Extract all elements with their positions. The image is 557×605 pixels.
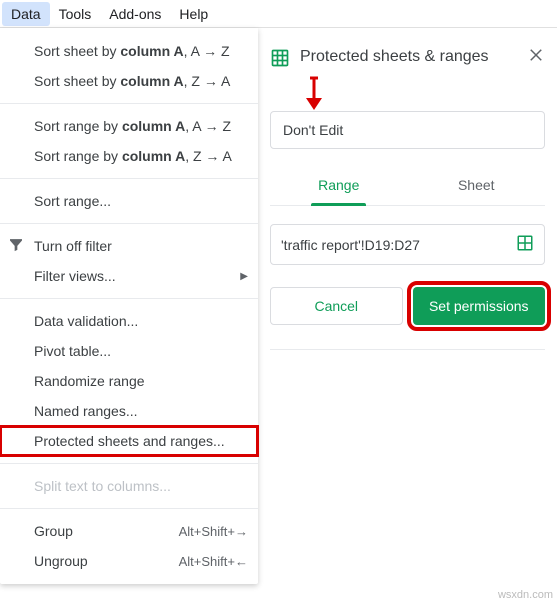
shortcut-label: Alt+Shift+← (179, 554, 248, 569)
range-input[interactable] (281, 237, 516, 253)
text: Sort range by (34, 118, 122, 134)
cancel-button[interactable]: Cancel (270, 287, 403, 325)
divider (0, 103, 258, 104)
menu-tools[interactable]: Tools (50, 2, 101, 26)
range-input-row (270, 224, 545, 265)
annotation-arrow-icon (303, 76, 325, 113)
panel-title: Protected sheets & ranges (300, 48, 515, 66)
menu-sort-range-za[interactable]: Sort range by column A, Z → A (0, 141, 258, 171)
label: Turn off filter (34, 238, 112, 254)
menu-sort-sheet-za[interactable]: Sort sheet by column A, Z → A (0, 66, 258, 96)
menu-sort-range[interactable]: Sort range... (0, 186, 258, 216)
divider (0, 298, 258, 299)
text: , A → Z (185, 118, 231, 134)
watermark: wsxdn.com (498, 589, 553, 601)
text: Sort sheet by (34, 73, 120, 89)
shortcut-label: Alt+Shift+→ (179, 524, 248, 539)
menu-named-ranges[interactable]: Named ranges... (0, 396, 258, 426)
divider (0, 178, 258, 179)
set-permissions-button[interactable]: Set permissions (413, 287, 546, 325)
text: , Z → A (184, 73, 231, 89)
text: , A → Z (184, 43, 230, 59)
tab-range[interactable]: Range (270, 167, 408, 205)
chevron-right-icon: ▶ (240, 271, 248, 282)
sheets-grid-icon (270, 48, 288, 66)
divider (0, 463, 258, 464)
menu-randomize-range[interactable]: Randomize range (0, 366, 258, 396)
text: , Z → A (185, 148, 232, 164)
label: Group (34, 523, 73, 539)
menu-ungroup[interactable]: Ungroup Alt+Shift+← (0, 546, 258, 576)
data-dropdown: Sort sheet by column A, A → Z Sort sheet… (0, 28, 258, 584)
divider (0, 508, 258, 509)
filter-icon (8, 237, 24, 256)
menu-split-text: Split text to columns... (0, 471, 258, 501)
text-bold: column A (120, 43, 183, 59)
menubar: Data Tools Add-ons Help (0, 0, 557, 28)
text: Sort sheet by (34, 43, 120, 59)
label: Filter views... (34, 268, 116, 284)
menu-pivot-table[interactable]: Pivot table... (0, 336, 258, 366)
menu-filter-views[interactable]: Filter views... ▶ (0, 261, 258, 291)
menu-group[interactable]: Group Alt+Shift+→ (0, 516, 258, 546)
close-icon[interactable] (527, 46, 545, 67)
tab-sheet[interactable]: Sheet (408, 167, 546, 205)
text-bold: column A (122, 148, 185, 164)
divider (0, 223, 258, 224)
select-range-icon[interactable] (516, 234, 534, 255)
menu-data-validation[interactable]: Data validation... (0, 306, 258, 336)
description-input[interactable] (270, 111, 545, 149)
menu-protected-sheets[interactable]: Protected sheets and ranges... (0, 426, 258, 456)
protected-ranges-panel: Protected sheets & ranges Range Sheet (258, 28, 557, 605)
menu-help[interactable]: Help (170, 2, 217, 26)
tabs: Range Sheet (270, 167, 545, 206)
menu-addons[interactable]: Add-ons (100, 2, 170, 26)
menu-data[interactable]: Data (2, 2, 50, 26)
text: Sort range by (34, 148, 122, 164)
text-bold: column A (122, 118, 185, 134)
label: Ungroup (34, 553, 88, 569)
text-bold: column A (120, 73, 183, 89)
menu-sort-sheet-az[interactable]: Sort sheet by column A, A → Z (0, 36, 258, 66)
menu-turn-off-filter[interactable]: Turn off filter (0, 231, 258, 261)
menu-sort-range-az[interactable]: Sort range by column A, A → Z (0, 111, 258, 141)
